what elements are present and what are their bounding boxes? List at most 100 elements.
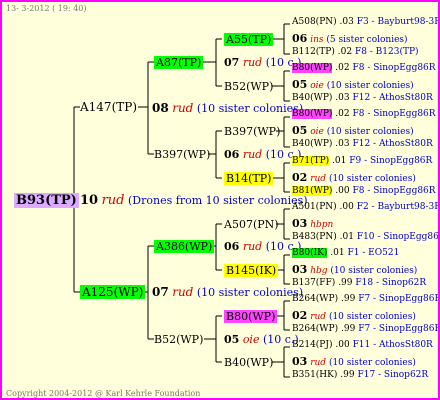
gen4-drone-note: (10 sister colonies) — [326, 81, 414, 91]
gen4-queen-num: .99 — [341, 294, 356, 304]
gen4-queen-row: B71(TP) .01 F9 - SinopEgg86R — [292, 156, 433, 166]
gen4-queen-label[interactable]: B81(WP) — [292, 186, 333, 196]
gen4-queen-label[interactable]: A501(PN) — [292, 202, 337, 212]
gen4-queen-label[interactable]: B214(PJ) — [292, 340, 332, 350]
gen2-c-label[interactable]: A386(WP) — [154, 240, 215, 253]
gen4-queen-num: .99 — [340, 370, 355, 380]
gen3-b2-label[interactable]: B14(TP) — [224, 172, 274, 185]
gen4-drone-breed: rud — [310, 312, 327, 322]
gen2-d-gen: 05 — [224, 333, 240, 346]
gen3-c1-label[interactable]: A507(PN) — [224, 219, 279, 230]
gen4-queen-label[interactable]: B351(HK) — [292, 370, 337, 380]
gen4-drone-row: 03 hbg (10 sister colonies) — [292, 264, 417, 276]
gen3-b1-label[interactable]: B397(WP) — [224, 126, 280, 137]
gen4-queen-origin: F2 - Bayburt98-3R — [356, 202, 440, 212]
gen4-queen-row: B80(WP) .02 F8 - SinopEgg86R — [292, 109, 436, 119]
gen4-queen-origin: F11 - AthosSt80R — [352, 340, 433, 350]
gen4-queen-num: .01 — [332, 156, 347, 166]
gen4-queen-row: B81(WP) .00 F8 - SinopEgg86R — [292, 186, 436, 196]
gen4-queen-row: B264(WP) .99 F7 - SinopEgg86R — [292, 294, 440, 304]
gen4-drone-breed: rud — [310, 358, 327, 368]
gen4-queen-label[interactable]: B71(TP) — [292, 156, 330, 166]
gen4-drone-gen: 06 — [292, 32, 308, 45]
gen2-d-drone-info: 05 oie (10 c.) — [224, 334, 299, 345]
root-queen-label[interactable]: B93(TP) — [14, 193, 79, 208]
gen2-a-label[interactable]: A87(TP) — [154, 56, 204, 69]
gen2-c-breed: rud — [242, 240, 263, 253]
gen2-d-breed: oie — [242, 333, 260, 346]
gen4-queen-row: B483(PN) .01 F10 - SinopEgg86R — [292, 232, 440, 242]
gen4-queen-origin: F8 - SinopEgg86R — [352, 109, 436, 119]
gen4-drone-row: 03 hbpn — [292, 218, 333, 230]
gen4-queen-row: B112(TP) .02 F8 - B123(TP) — [292, 48, 419, 57]
gen1-top-label[interactable]: A147(TP) — [80, 101, 137, 113]
root-breed: rud — [101, 193, 125, 208]
root-drone-info: 10 rud (Drones from 10 sister colonies) — [80, 194, 308, 207]
gen4-queen-num: .99 — [341, 324, 356, 334]
gen4-queen-label[interactable]: B264(WP) — [292, 324, 338, 334]
root-gen: 10 — [80, 193, 99, 208]
gen3-d1-label[interactable]: B80(WP) — [224, 310, 278, 323]
gen1-bottom-label[interactable]: A125(WP) — [80, 285, 146, 299]
gen4-queen-origin: F9 - SinopEgg86R — [349, 156, 433, 166]
gen2-b-gen: 06 — [224, 148, 240, 161]
gen2-b-label[interactable]: B397(WP) — [154, 149, 210, 160]
gen4-queen-row: B80(IK) .01 F1 - EO521 — [292, 248, 400, 258]
gen4-queen-label[interactable]: B80(WP) — [292, 63, 333, 73]
gen4-queen-num: .00 — [335, 340, 350, 350]
gen4-queen-row: B214(PJ) .00 F11 - AthosSt80R — [292, 341, 433, 350]
gen4-drone-breed: hbg — [310, 266, 328, 276]
gen1-bottom-breed: rud — [172, 285, 194, 299]
gen4-queen-label[interactable]: B483(PN) — [292, 232, 337, 242]
gen4-drone-breed: hbpn — [310, 220, 334, 230]
gen4-drone-row: 05 oie (10 sister colonies) — [292, 125, 414, 137]
gen4-queen-label[interactable]: B112(TP) — [292, 47, 335, 57]
gen4-drone-row: 02 rud (10 sister colonies) — [292, 310, 416, 322]
gen3-a1-drone-info: 07 rud (10 c.) — [224, 57, 301, 68]
gen2-d-label[interactable]: B52(WP) — [154, 334, 203, 345]
gen4-queen-row: B40(WP) .03 F12 - AthosSt80R — [292, 94, 433, 103]
gen4-queen-num: .02 — [335, 109, 350, 119]
gen3-a2-label[interactable]: B52(WP) — [224, 81, 273, 92]
gen3-c2-label[interactable]: B145(IK) — [224, 264, 279, 277]
gen1-top-drone-info: 08 rud (10 sister colonies) — [152, 102, 303, 114]
gen3-a1-label[interactable]: A55(TP) — [224, 33, 274, 46]
gen4-queen-num: .02 — [335, 63, 350, 73]
gen4-drone-gen: 02 — [292, 309, 308, 322]
gen4-drone-gen: 03 — [292, 355, 308, 368]
print-date: 13- 3-2012 ( 19: 40) — [6, 4, 87, 13]
gen4-queen-origin: F8 - SinopEgg86R — [352, 186, 436, 196]
gen4-queen-label[interactable]: B80(WP) — [292, 109, 333, 119]
gen4-drone-note: (5 sister colonies) — [326, 35, 408, 45]
gen4-queen-row: B137(FF) .99 F18 - Sinop62R — [292, 279, 426, 288]
gen3-a1-gen: 07 — [224, 56, 240, 69]
gen1-bottom-drone-info: 07 rud (10 sister colonies) — [152, 286, 303, 298]
gen3-d2-label[interactable]: B40(WP) — [224, 357, 273, 368]
gen4-drone-note: (10 sister colonies) — [326, 127, 414, 137]
gen4-drone-row: 02 rud (10 sister colonies) — [292, 172, 416, 184]
gen4-queen-label[interactable]: B80(IK) — [292, 248, 328, 258]
gen4-drone-gen: 03 — [292, 263, 308, 276]
gen1-top-note: (10 sister colonies) — [196, 102, 304, 115]
gen4-queen-label[interactable]: B40(WP) — [292, 139, 332, 149]
gen4-queen-label[interactable]: B264(WP) — [292, 294, 338, 304]
gen4-queen-num: .99 — [338, 278, 353, 288]
gen4-queen-origin: F7 - SinopEgg86R — [358, 294, 440, 304]
gen4-drone-breed: oie — [310, 127, 324, 137]
gen4-queen-row: A508(PN) .03 F3 - Bayburt98-3R — [292, 17, 438, 27]
gen4-queen-origin: F8 - B123(TP) — [354, 47, 419, 57]
gen1-top-breed: rud — [172, 101, 194, 115]
gen4-queen-origin: F10 - SinopEgg86R — [356, 232, 440, 242]
gen4-queen-origin: F1 - EO521 — [347, 248, 400, 258]
gen4-queen-origin: F8 - SinopEgg86R — [352, 63, 436, 73]
gen4-queen-row: B264(WP) .99 F7 - SinopEgg86R — [292, 324, 440, 334]
gen4-queen-label[interactable]: A508(PN) — [292, 17, 337, 27]
gen4-drone-note: (10 sister colonies) — [328, 174, 416, 184]
gen4-queen-origin: F7 - SinopEgg86R — [358, 324, 440, 334]
gen4-queen-num: .02 — [337, 47, 353, 57]
gen4-queen-label[interactable]: B137(FF) — [292, 278, 335, 288]
gen4-drone-row: 03 rud (10 sister colonies) — [292, 356, 416, 368]
gen4-queen-label[interactable]: B40(WP) — [292, 93, 332, 103]
gen4-queen-num: .00 — [335, 186, 350, 196]
gen4-queen-num: .03 — [335, 93, 350, 103]
